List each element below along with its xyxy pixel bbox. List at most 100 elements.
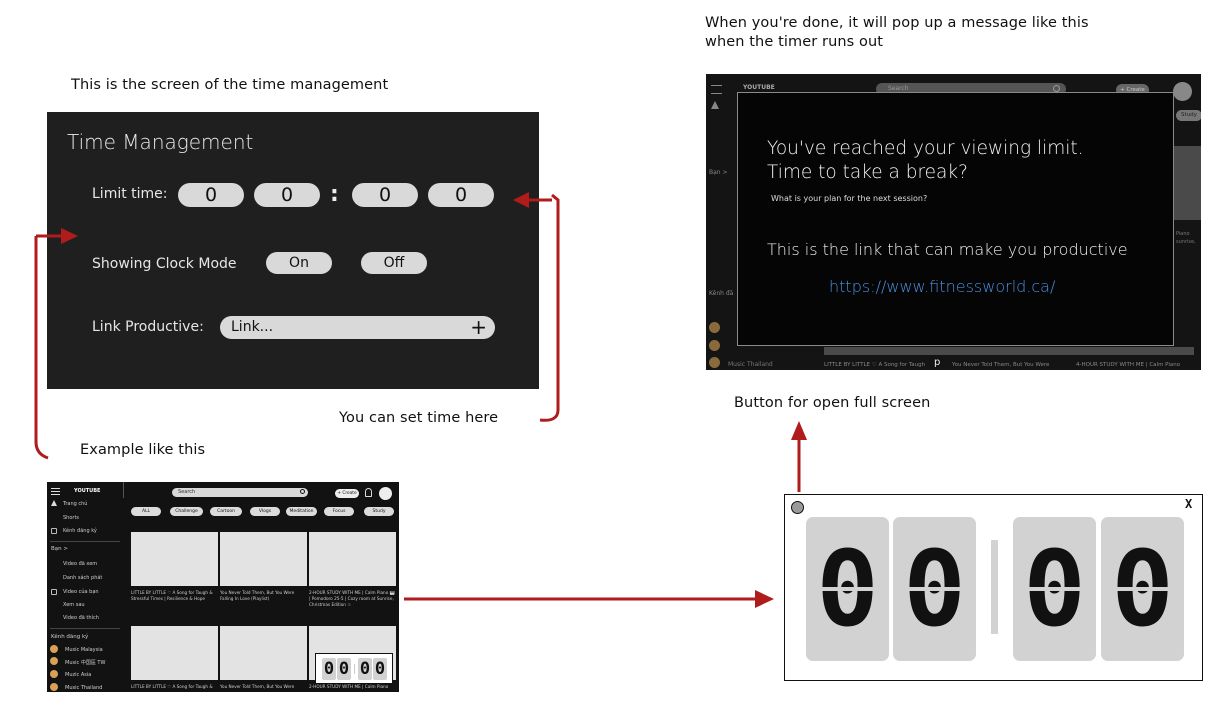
video-title[interactable]: LITTLE BY LITTLE ♡ A Song for Taugh & St…: [131, 590, 219, 602]
chip-vlogs[interactable]: Vlogs: [250, 507, 280, 516]
video-title[interactable]: You Never Told Them, But You Were Fallin…: [220, 590, 308, 602]
video-title: sunrise,: [1176, 239, 1196, 245]
video-thumbnail: [1174, 146, 1201, 220]
link-productive-label: Link Productive:: [92, 319, 204, 335]
panel-title: Time Management: [67, 130, 254, 154]
popup-caption: When you're done, it will pop up a messa…: [705, 14, 1125, 52]
profile-avatar[interactable]: [379, 487, 392, 500]
hour-tens-input[interactable]: 0: [178, 183, 244, 207]
video-title: Piano: [1176, 231, 1190, 237]
video-title[interactable]: 2-HOUR STUDY WITH ME | Calm Piano 🎹 | Po…: [309, 590, 397, 608]
video-title[interactable]: 2-HOUR STUDY WITH ME | Calm Piano: [309, 684, 397, 690]
channel-avatar: [50, 670, 58, 678]
video-thumbnail[interactable]: [220, 626, 307, 680]
mini-timer-digit: 0: [337, 658, 351, 680]
time-management-panel: Time Management Limit time: 0 0 : 0 0 Sh…: [47, 112, 539, 389]
sidebar-item-history[interactable]: Video đã xem: [63, 561, 97, 567]
video-title[interactable]: LITTLE BY LITTLE ♡ A Song for Taugh &: [131, 684, 219, 690]
sidebar-you-header[interactable]: Bạn >: [51, 546, 68, 552]
sidebar-subs-header: Kênh đăng ký: [51, 634, 89, 640]
sidebar-item-subscriptions[interactable]: Kênh đăng ký: [63, 528, 97, 534]
popup-screen: YOUTUBE Search + Create Bạn > Kênh đă Mu…: [706, 74, 1201, 370]
channel-avatar: [50, 645, 58, 653]
cursor-letter: p: [934, 357, 941, 368]
search-input[interactable]: Search: [172, 488, 308, 497]
minute-ones-input[interactable]: 0: [428, 183, 494, 207]
profile-avatar[interactable]: [1173, 82, 1192, 101]
sidebar-item-liked[interactable]: Video đã thích: [63, 615, 99, 621]
mini-timer[interactable]: 0 0 0 0: [315, 653, 393, 684]
arrow-fullscreen: [791, 421, 807, 492]
search-icon: [300, 489, 305, 494]
fullscreen-button[interactable]: [791, 501, 804, 514]
sidebar-you-header: Bạn >: [709, 169, 728, 176]
add-link-icon[interactable]: +: [470, 315, 487, 339]
limit-message-line-1: You've reached your viewing limit.: [767, 138, 1084, 159]
link-input[interactable]: Link... +: [220, 315, 495, 339]
arrow-to-timer: [404, 590, 774, 608]
subscriptions-icon: [51, 528, 57, 534]
sidebar-sub-3[interactable]: Muzic Asia: [65, 672, 91, 678]
popup-caption-line-1: When you're done, it will pop up a messa…: [705, 15, 1089, 31]
sidebar-sub-1[interactable]: Music Malaysia: [65, 647, 103, 653]
next-session-question: What is your plan for the next session?: [771, 194, 928, 203]
search-icon: [1053, 85, 1060, 92]
productive-link-intro: This is the link that can make you produ…: [767, 240, 1128, 259]
bell-icon[interactable]: [365, 488, 372, 497]
arrow-example: [34, 228, 78, 460]
sidebar-sub-2[interactable]: Music 中国區 TW: [65, 659, 105, 666]
sidebar-sub-4[interactable]: Music Thailand: [65, 685, 102, 691]
menu-icon[interactable]: [51, 488, 60, 495]
sidebar-item-shorts[interactable]: Shorts: [63, 515, 79, 521]
productive-link[interactable]: https://www.fitnessworld.ca/: [829, 277, 1055, 296]
chip-study[interactable]: Study: [1176, 110, 1201, 121]
create-button[interactable]: + Create: [335, 489, 359, 498]
fullscreen-caption: Button for open full screen: [734, 395, 931, 411]
chip-meditation[interactable]: Meditation: [286, 507, 317, 516]
chip-challenge[interactable]: Challenge: [170, 507, 203, 516]
search-placeholder: Search: [888, 85, 909, 92]
viewing-limit-dialog: You've reached your viewing limit. Time …: [737, 92, 1174, 346]
sidebar-sub: Music Thailand: [728, 361, 773, 368]
sidebar-item-home[interactable]: Trang chủ: [63, 501, 87, 507]
video-title: 4-HOUR STUDY WITH ME | Calm Piano: [1076, 362, 1181, 368]
countdown-timer: X 0 0 0 0: [784, 494, 1203, 681]
tm-caption: This is the screen of the time managemen…: [71, 77, 389, 93]
limit-time-label: Limit time:: [92, 186, 168, 202]
video-title: You Never Told Them, But You Were: [952, 362, 1050, 368]
mini-timer-digit: 0: [322, 658, 336, 680]
home-icon: [711, 101, 719, 109]
video-title[interactable]: You Never Told Them, But You Were: [220, 684, 308, 690]
sidebar-item-your-videos[interactable]: Video của bạn: [63, 589, 99, 595]
timer-digit-card: 0: [1101, 517, 1184, 661]
channel-avatar: [50, 657, 58, 665]
close-icon[interactable]: X: [1185, 497, 1192, 511]
video-thumbnail[interactable]: [309, 532, 396, 586]
clock-mode-off-button[interactable]: Off: [361, 252, 427, 274]
minute-tens-input[interactable]: 0: [352, 183, 418, 207]
brand-label: YOUTUBE: [743, 84, 775, 91]
timer-digit-card: 0: [806, 517, 889, 661]
menu-icon[interactable]: [711, 85, 722, 94]
video-thumbnail[interactable]: [131, 626, 218, 680]
mini-timer-digit: 0: [358, 658, 372, 680]
hour-ones-input[interactable]: 0: [254, 183, 320, 207]
video-title: LITTLE BY LITTLE ♡ A Song for Taugh: [824, 362, 926, 368]
example-screen: YOUTUBE Search + Create Trang chủ Shorts…: [47, 482, 399, 692]
sidebar-item-watch-later[interactable]: Xem sau: [63, 602, 85, 608]
chip-all[interactable]: ALL: [131, 507, 161, 516]
video-thumbnail[interactable]: [220, 532, 307, 586]
clock-mode-label: Showing Clock Mode: [92, 256, 237, 272]
chip-focus[interactable]: Focus: [324, 507, 354, 516]
clock-mode-on-button[interactable]: On: [266, 252, 332, 274]
mini-timer-digit: 0: [373, 658, 387, 680]
limit-message-line-2: Time to take a break?: [767, 162, 968, 183]
video-thumbnail[interactable]: [131, 532, 218, 586]
channel-avatar: [709, 322, 720, 333]
channel-avatar: [50, 683, 58, 691]
chip-study[interactable]: Study: [364, 507, 394, 516]
timer-digit-card: 0: [893, 517, 976, 661]
channel-avatar: [709, 357, 720, 368]
chip-cartoon[interactable]: Cartoon: [210, 507, 242, 516]
sidebar-item-playlists[interactable]: Danh sách phát: [63, 575, 102, 581]
